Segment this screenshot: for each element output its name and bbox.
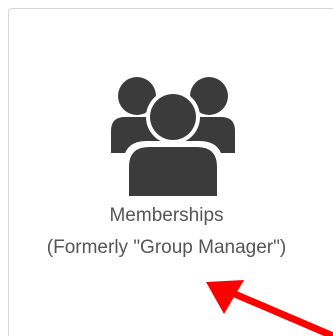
page: Memberships (Formerly "Group Manager") bbox=[0, 0, 333, 336]
users-group-icon bbox=[103, 75, 243, 200]
tile-subtitle: (Formerly "Group Manager") bbox=[46, 237, 287, 258]
tile-title: Memberships bbox=[109, 205, 224, 226]
